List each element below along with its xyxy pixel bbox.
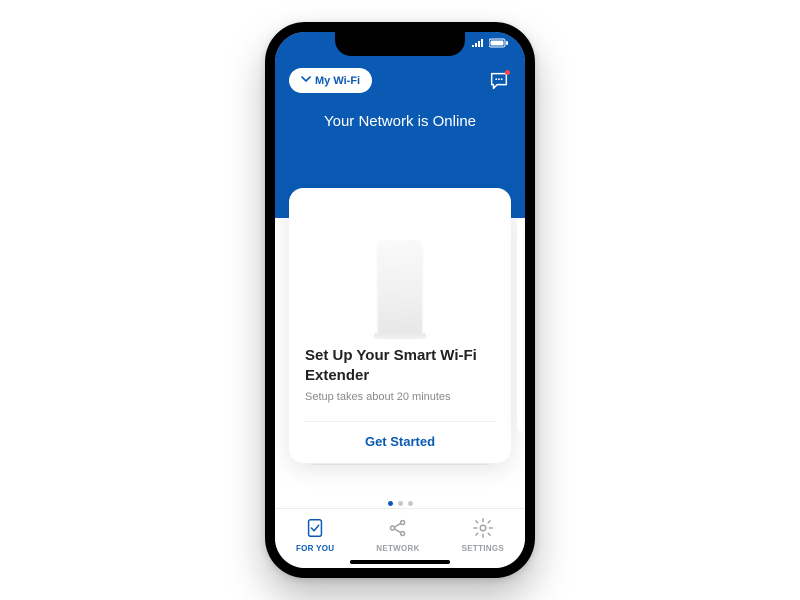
get-started-button[interactable]: Get Started xyxy=(305,421,495,449)
tab-settings[interactable]: SETTINGS xyxy=(462,517,504,553)
battery-icon xyxy=(489,38,509,51)
card-title: Set Up Your Smart Wi-Fi Extender xyxy=(305,346,495,385)
tab-network[interactable]: NETWORK xyxy=(376,517,419,553)
notch xyxy=(335,32,465,56)
card-subtitle: Setup takes about 20 minutes xyxy=(305,391,495,403)
status-bar xyxy=(471,38,509,51)
chevron-down-icon xyxy=(301,74,311,87)
home-indicator[interactable] xyxy=(350,560,450,564)
notification-dot xyxy=(505,70,510,75)
screen: My Wi-Fi Your Network is Online Set Up Y… xyxy=(275,32,525,568)
network-nodes-icon xyxy=(387,517,409,541)
bottom-tab-bar: FOR YOU NETWORK SETTINGS xyxy=(275,508,525,568)
signal-icon xyxy=(471,38,485,51)
network-status-text: Your Network is Online xyxy=(289,113,511,130)
tab-label: FOR YOU xyxy=(296,544,334,553)
pager-dot xyxy=(388,501,393,506)
check-doc-icon xyxy=(304,517,326,541)
tab-label: SETTINGS xyxy=(462,544,504,553)
wifi-pill-label: My Wi-Fi xyxy=(315,75,360,87)
chat-icon[interactable] xyxy=(487,69,511,93)
pager-dot xyxy=(398,501,403,506)
gear-icon xyxy=(472,517,494,541)
setup-extender-card: Set Up Your Smart Wi-Fi Extender Setup t… xyxy=(289,188,511,463)
page-indicator xyxy=(275,501,525,506)
wifi-selector-pill[interactable]: My Wi-Fi xyxy=(289,68,372,93)
device-illustration xyxy=(305,206,495,336)
tab-for-you[interactable]: FOR YOU xyxy=(296,517,334,553)
phone-frame: My Wi-Fi Your Network is Online Set Up Y… xyxy=(265,22,535,578)
pager-dot xyxy=(408,501,413,506)
next-card-peek xyxy=(517,218,523,433)
card-carousel[interactable]: Set Up Your Smart Wi-Fi Extender Setup t… xyxy=(275,188,525,463)
tab-label: NETWORK xyxy=(376,544,419,553)
